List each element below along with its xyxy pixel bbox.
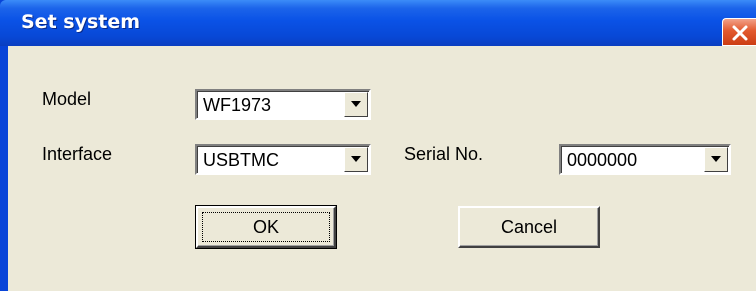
chevron-down-icon: [351, 101, 361, 107]
model-select[interactable]: WF1973: [195, 89, 371, 120]
cancel-button-label: Cancel: [500, 217, 558, 237]
window-title: Set system: [21, 11, 141, 33]
cancel-button[interactable]: Cancel: [458, 206, 600, 248]
serial-no-select[interactable]: 0000000: [559, 144, 731, 175]
model-select-value: WF1973: [203, 95, 272, 115]
interface-select-value: USBTMC: [203, 150, 279, 170]
interface-select[interactable]: USBTMC: [195, 144, 371, 175]
serial-no-select-value: 0000000: [567, 150, 638, 170]
close-button[interactable]: [722, 18, 756, 46]
model-dropdown-button[interactable]: [344, 92, 368, 117]
interface-dropdown-button[interactable]: [344, 147, 368, 172]
ok-button[interactable]: OK: [195, 205, 337, 249]
dialog-body: Model WF1973 Interface USBTMC Serial No.…: [8, 46, 756, 291]
serial-no-dropdown-button[interactable]: [704, 147, 728, 172]
ok-button-label: OK: [252, 217, 279, 237]
dialog-window: Set system Model WF1973 Interface USBTMC: [0, 0, 756, 291]
chevron-down-icon: [711, 156, 721, 162]
close-icon: [732, 25, 748, 41]
serial-no-label: Serial No.: [404, 144, 484, 164]
title-bar[interactable]: Set system: [0, 0, 756, 46]
chevron-down-icon: [351, 156, 361, 162]
interface-label: Interface: [42, 144, 113, 164]
model-label: Model: [42, 89, 92, 109]
